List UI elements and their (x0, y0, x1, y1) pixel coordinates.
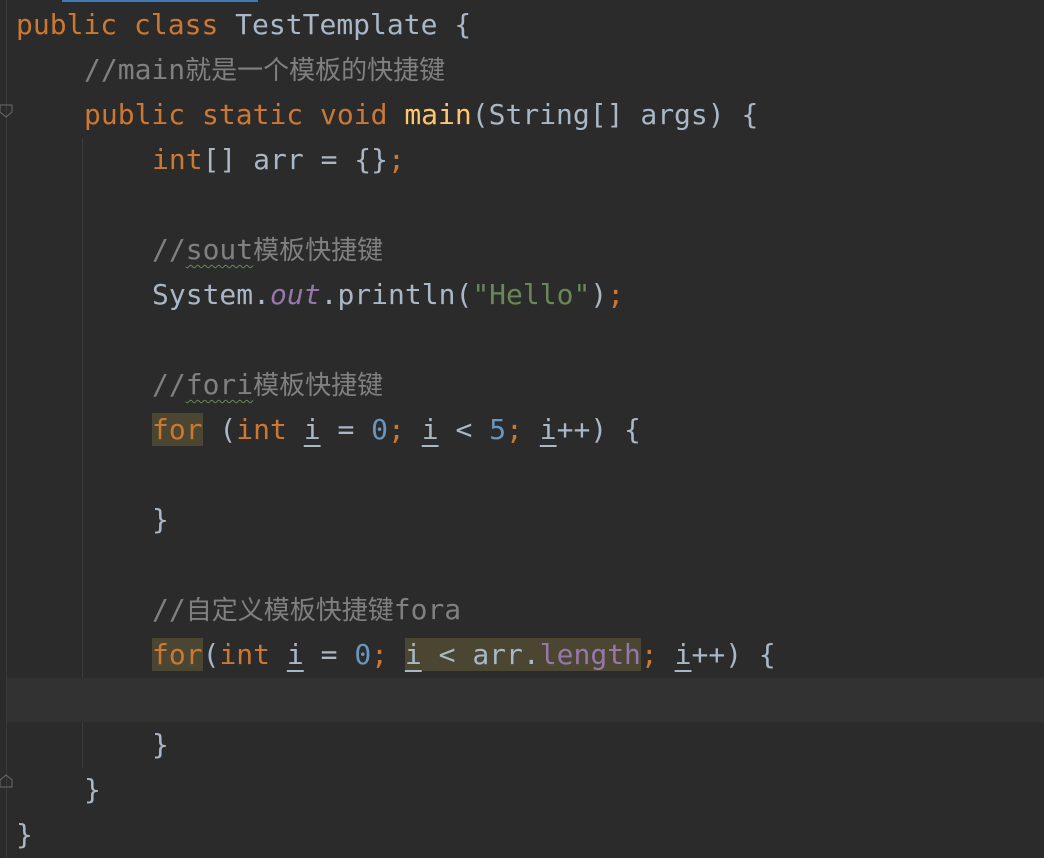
code-token: "Hello" (472, 278, 591, 311)
code-token: ; (388, 143, 405, 176)
code-token: = (303, 638, 355, 671)
code-token: ( (202, 413, 237, 446)
code-token: i (286, 638, 304, 671)
code-token: ; (388, 413, 422, 446)
fold-close-icon[interactable] (0, 774, 14, 788)
code-token: System. (152, 278, 271, 311)
code-token: ( (202, 638, 220, 671)
code-token: fora (393, 593, 462, 626)
code-token: public (84, 98, 203, 131)
code-line-close-for-1[interactable]: } (152, 497, 169, 542)
code-token: (String[] args) { (471, 98, 759, 131)
current-line-highlight (7, 678, 1044, 722)
code-token: for (152, 413, 203, 446)
code-line-comment-sout[interactable]: //sout模板快捷键 (152, 227, 383, 272)
code-line-close-class[interactable]: } (16, 812, 33, 857)
code-token: } (16, 818, 33, 851)
code-token: class (134, 8, 236, 41)
code-line-class-decl[interactable]: public class TestTemplate { (16, 2, 471, 47)
code-token: fori (185, 368, 254, 401)
code-token: void (320, 98, 405, 131)
code-token: } (152, 728, 169, 761)
code-token: = (320, 413, 372, 446)
code-token: int (236, 413, 304, 446)
code-token: 自定义模板快捷键 (185, 596, 394, 626)
code-line-comment-main[interactable]: //main就是一个模板的快捷键 (84, 47, 445, 92)
code-line-comment-fori[interactable]: //fori模板快捷键 (152, 362, 383, 407)
code-token: // (152, 593, 186, 626)
code-token: ++) { (556, 413, 641, 446)
code-token: < (438, 413, 490, 446)
code-token: // (152, 368, 186, 401)
code-line-println[interactable]: System.out.println("Hello"); (152, 272, 624, 317)
code-line-close-main[interactable]: } (84, 767, 101, 812)
code-token: ; (371, 638, 405, 671)
code-editor[interactable]: public class TestTemplate { //main就是一个模板… (0, 0, 1044, 858)
code-token: } (152, 503, 169, 536)
code-token: < arr. (421, 638, 540, 671)
code-token: sout (185, 233, 254, 266)
code-token: 模板快捷键 (253, 371, 384, 401)
code-token: TestTemplate { (235, 8, 472, 41)
code-token: ; (506, 413, 540, 446)
code-token: i (674, 638, 692, 671)
fold-open-icon[interactable] (0, 104, 14, 118)
code-token: 5 (489, 413, 507, 446)
code-line-arr-decl[interactable]: int[] arr = {}; (152, 137, 405, 182)
code-token: ) (590, 278, 608, 311)
code-token: static (202, 98, 321, 131)
code-token: // (152, 233, 186, 266)
code-token: 就是一个模板的快捷键 (185, 56, 446, 86)
code-token: public (16, 8, 135, 41)
gutter-divider (6, 0, 7, 858)
code-token: main (404, 98, 472, 131)
indent-guide (82, 138, 83, 768)
code-token: i (303, 413, 321, 446)
code-token: out (270, 278, 321, 311)
code-token: i (421, 413, 439, 446)
code-token: ; (607, 278, 625, 311)
code-token: 模板快捷键 (253, 236, 384, 266)
code-token: //main (84, 53, 186, 86)
code-token: ++) { (691, 638, 776, 671)
code-token: int (219, 638, 287, 671)
code-line-for-loop-2[interactable]: for(int i = 0; i < arr.length; i++) { (152, 632, 776, 677)
code-token: } (84, 773, 101, 806)
code-token: int (152, 143, 203, 176)
code-token: [] arr = {} (202, 143, 389, 176)
code-token: 0 (354, 638, 372, 671)
code-line-for-loop-1[interactable]: for (int i = 0; i < 5; i++) { (152, 407, 641, 452)
code-token: for (152, 638, 203, 671)
code-token: i (539, 413, 557, 446)
code-token: i (404, 638, 422, 671)
code-token: .println( (320, 278, 473, 311)
code-token: 0 (371, 413, 389, 446)
code-token: length (539, 638, 641, 671)
code-token: ; (640, 638, 675, 671)
code-line-main-decl[interactable]: public static void main(String[] args) { (84, 92, 758, 137)
code-line-comment-custom[interactable]: //自定义模板快捷键fora (152, 587, 461, 632)
code-line-close-for-2[interactable]: } (152, 722, 169, 767)
